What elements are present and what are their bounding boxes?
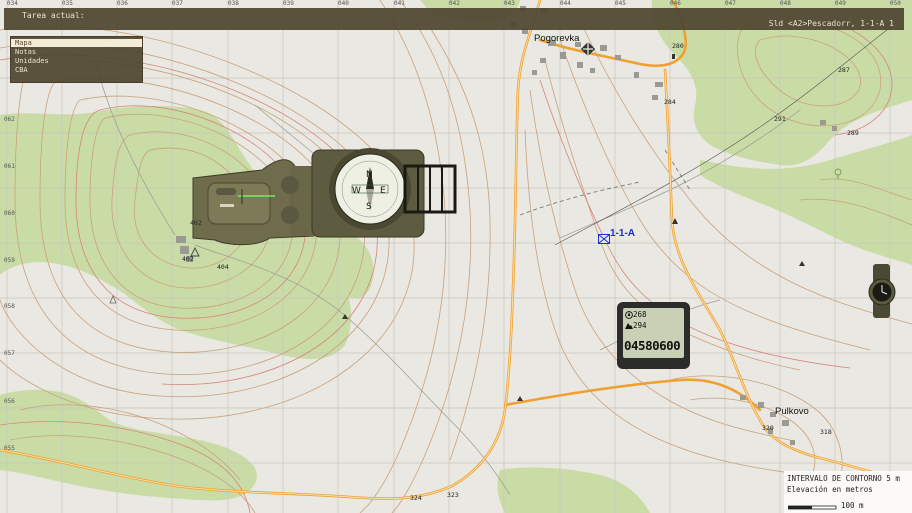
grid-label-x: 044	[560, 0, 571, 7]
grid-label-x: 046	[670, 0, 681, 7]
task-bar: Tarea actual: Sld <A2>Pescadorr, 1-1-A 1	[4, 8, 904, 30]
spot-height: 289	[847, 129, 859, 137]
grid-label-x: 042	[449, 0, 460, 7]
heading-icon	[625, 311, 633, 319]
group-marker[interactable]: 1-1-A	[598, 228, 635, 248]
grid-label-y: 059	[4, 257, 15, 264]
elevation-units-text: Elevación en metros	[787, 485, 873, 494]
infantry-icon	[598, 234, 610, 244]
menu-item-cba[interactable]: CBA	[11, 66, 142, 74]
spot-height: 291	[774, 115, 786, 123]
grid-label-x: 038	[228, 0, 239, 7]
grid-label-x: 036	[117, 0, 128, 7]
map-legend: INTERVALO DE CONTORNO 5 m Elevación en m…	[784, 471, 912, 513]
grid-label-x: 047	[725, 0, 736, 7]
gps-altitude: 294	[633, 321, 647, 330]
menu-item-notes[interactable]: Notas	[11, 48, 142, 56]
grid-label-y: 062	[4, 116, 15, 123]
spot-height: 320	[762, 424, 774, 432]
menu-item-units[interactable]: Unidades	[11, 57, 142, 65]
grid-label-x: 035	[62, 0, 73, 7]
spot-height: 324	[410, 494, 422, 502]
map-menu: Mapa Notas Unidades CBA	[10, 36, 143, 83]
gps-screen: 268 294 04580600	[623, 308, 684, 358]
grid-label-x: 050	[890, 0, 901, 7]
gps-heading: 268	[633, 310, 647, 319]
grid-label-x: 043	[504, 0, 515, 7]
town-label-pogorevka: Pogorevka	[534, 33, 580, 44]
grid-label-y: 057	[4, 350, 15, 357]
spot-height: 284	[664, 98, 676, 106]
scale-label: 100 m	[841, 501, 864, 510]
contour-interval-text: INTERVALO DE CONTORNO 5 m	[787, 474, 900, 483]
grid-label-y: 061	[4, 163, 15, 170]
svg-text:N: N	[366, 170, 373, 180]
group-marker-label: 1-1-A	[610, 228, 636, 239]
unit-info: Sld <A2>Pescadorr, 1-1-A 1	[768, 19, 894, 28]
menu-item-map[interactable]: Mapa	[11, 39, 142, 47]
grid-label-y: 058	[4, 303, 15, 310]
current-task-label: Tarea actual:	[22, 11, 85, 20]
grid-label-y: 056	[4, 398, 15, 405]
grid-label-y: 055	[4, 445, 15, 452]
gps-device[interactable]: 268 294 04580600	[617, 302, 690, 369]
altitude-icon	[625, 323, 633, 329]
spot-height: 280	[672, 42, 684, 50]
spot-height: 318	[820, 428, 832, 436]
spot-height: 402	[182, 255, 194, 263]
grid-label-x: 045	[615, 0, 626, 7]
grid-label-x: 037	[172, 0, 183, 7]
grid-label-y: 060	[4, 210, 15, 217]
spot-height: 402	[190, 219, 202, 227]
town-label-pulkovo: Pulkovo	[775, 406, 809, 417]
spot-height: 287	[838, 66, 850, 74]
grid-label-x: 048	[780, 0, 791, 7]
spot-height: 404	[217, 263, 229, 271]
svg-text:S: S	[366, 202, 372, 212]
svg-text:E: E	[380, 186, 386, 196]
gps-grid-reference: 04580600	[624, 338, 681, 353]
grid-label-x: 039	[283, 0, 294, 7]
scale-bar	[788, 505, 837, 510]
grid-label-x: 049	[835, 0, 846, 7]
svg-text:W: W	[352, 186, 361, 196]
grid-label-x: 040	[338, 0, 349, 7]
grid-label-x: 041	[394, 0, 405, 7]
spot-height: 323	[447, 491, 459, 499]
grid-label-x: 034	[7, 0, 18, 7]
